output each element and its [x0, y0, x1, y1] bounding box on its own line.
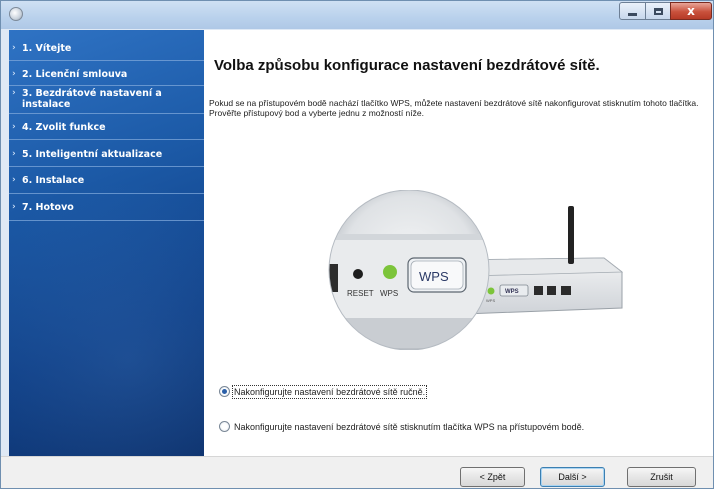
- sidebar-divider: [9, 166, 204, 167]
- chevron-right-icon: ›: [12, 175, 16, 185]
- sidebar-divider: [9, 220, 204, 221]
- maximize-icon: [653, 7, 663, 15]
- sidebar-divider: [9, 60, 204, 61]
- chevron-right-icon: ›: [12, 202, 16, 212]
- sidebar-item-finish[interactable]: › 7. Hotovo: [9, 202, 204, 213]
- chevron-right-icon: ›: [12, 149, 16, 159]
- next-button[interactable]: Další >: [540, 467, 605, 487]
- sidebar-item-label: 1. Vítejte: [22, 43, 72, 54]
- sidebar-item-select-features[interactable]: › 4. Zvolit funkce: [9, 122, 204, 133]
- button-bar: < Zpět Další > Zrušit: [1, 456, 713, 488]
- title-bar[interactable]: x: [1, 1, 713, 29]
- sidebar-divider: [9, 193, 204, 194]
- minimize-button[interactable]: [619, 2, 646, 20]
- wps-config-label[interactable]: Nakonfigurujte nastavení bezdrátové sítě…: [234, 422, 584, 432]
- sidebar-item-label: 5. Inteligentní aktualizace: [22, 149, 163, 160]
- sidebar-item-label: 6. Instalace: [22, 175, 85, 186]
- close-icon: x: [687, 4, 695, 18]
- cancel-button[interactable]: Zrušit: [627, 467, 696, 487]
- sidebar-item-label: 4. Zvolit funkce: [22, 122, 106, 133]
- back-button[interactable]: < Zpět: [460, 467, 525, 487]
- router-wps-illustration: WPS WPS RESET WPS WPS: [328, 190, 624, 350]
- wps-led-label: WPS: [380, 289, 398, 298]
- wps-description: Pokud se na přístupovém bodě nachází tla…: [209, 98, 699, 108]
- chevron-right-icon: ›: [12, 88, 16, 98]
- router-wps-text: WPS: [486, 298, 495, 303]
- sidebar-divider: [9, 113, 204, 114]
- instruction-text: Prověřte přístupový bod a vyberte jednu …: [209, 108, 424, 118]
- option-manual-config[interactable]: Nakonfigurujte nastavení bezdrátové sítě…: [219, 384, 428, 399]
- close-button[interactable]: x: [670, 2, 712, 20]
- maximize-button[interactable]: [645, 2, 671, 20]
- reset-label: RESET: [347, 289, 374, 298]
- chevron-right-icon: ›: [12, 122, 16, 132]
- magnifier-image: RESET WPS WPS: [328, 190, 490, 350]
- sidebar-item-label: 3. Bezdrátové nastavení a instalace: [22, 88, 162, 110]
- manual-config-radio[interactable]: [219, 386, 230, 397]
- steps-sidebar: › 1. Vítejte › 2. Licenční smlouva › 3. …: [9, 30, 204, 456]
- sidebar-item-license[interactable]: › 2. Licenční smlouva: [9, 69, 204, 80]
- sidebar-item-label: 2. Licenční smlouva: [22, 69, 128, 80]
- content-panel: Volba způsobu konfigurace nastavení bezd…: [204, 30, 713, 456]
- description-text: Pokud se na přístupovém bodě nachází tla…: [209, 98, 704, 118]
- sidebar-item-wireless-setup[interactable]: › 3. Bezdrátové nastavení a instalace: [9, 88, 189, 110]
- minimize-icon: [628, 12, 637, 16]
- page-title: Volba způsobu konfigurace nastavení bezd…: [214, 57, 600, 74]
- router-wps-button-text: WPS: [505, 289, 519, 295]
- sidebar-item-label: 7. Hotovo: [22, 202, 74, 213]
- sidebar-divider: [9, 85, 204, 86]
- wps-config-radio[interactable]: [219, 421, 230, 432]
- chevron-right-icon: ›: [12, 69, 16, 79]
- sidebar-divider: [9, 139, 204, 140]
- installer-window: x › 1. Vítejte › 2. Licenční smlouva › 3…: [0, 0, 714, 489]
- wps-button-text: WPS: [419, 269, 449, 284]
- chevron-right-icon: ›: [12, 43, 16, 53]
- option-wps-config[interactable]: Nakonfigurujte nastavení bezdrátové sítě…: [219, 421, 584, 432]
- app-icon: [9, 7, 23, 21]
- sidebar-item-welcome[interactable]: › 1. Vítejte: [9, 43, 204, 54]
- manual-config-label[interactable]: Nakonfigurujte nastavení bezdrátové sítě…: [231, 384, 428, 399]
- sidebar-item-install[interactable]: › 6. Instalace: [9, 175, 204, 186]
- sidebar-item-smart-update[interactable]: › 5. Inteligentní aktualizace: [9, 149, 204, 160]
